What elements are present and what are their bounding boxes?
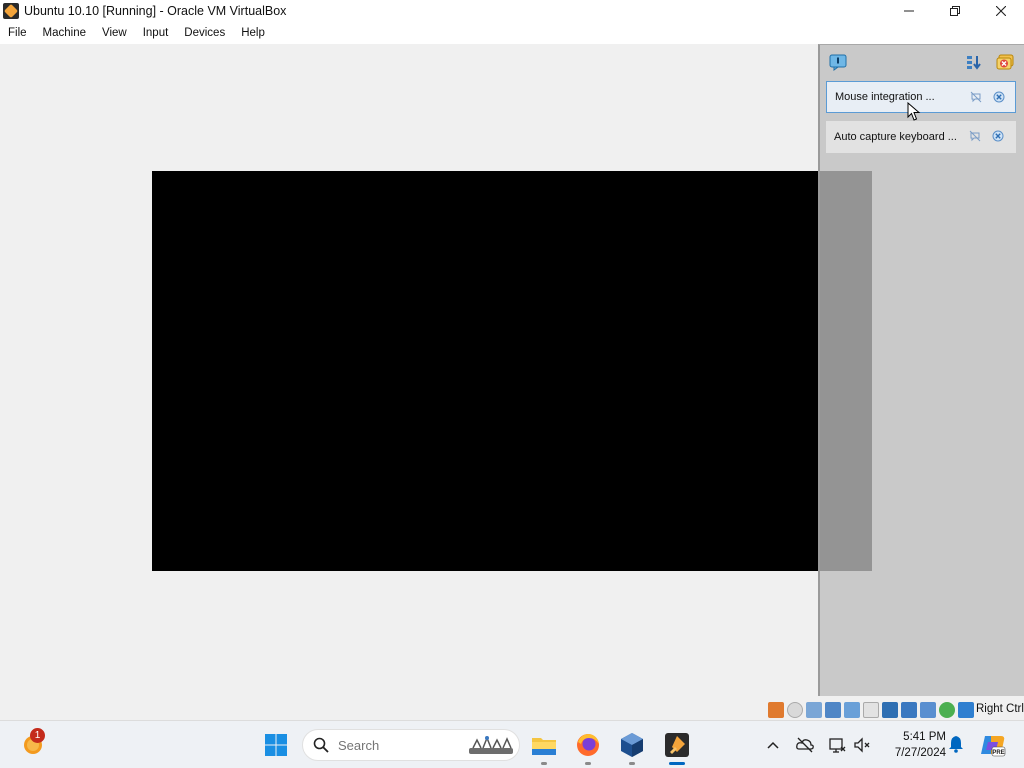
onedrive-offline-icon[interactable] [795,735,815,755]
virtualbox-app-icon[interactable] [3,3,19,19]
minimize-icon [904,10,914,12]
recording-icon[interactable] [901,701,917,718]
display-icon[interactable] [882,701,898,718]
taskbar-vm-window[interactable] [663,731,691,759]
vm-window-icon [665,733,689,757]
file-explorer-icon [532,738,556,755]
search-input[interactable] [338,737,458,753]
message-info-icon [829,54,847,71]
clock-date: 7/27/2024 [894,747,946,759]
close-notification-icon[interactable] [993,91,1005,103]
file-explorer-running-indicator [541,762,547,765]
windows-taskbar: 1 Search 5:41 PM 7/27/2024 PRE [0,720,1024,768]
system-clock[interactable]: 5:41 PM 7/27/2024 [878,729,946,761]
notification-text: Mouse integration ... [835,91,935,103]
menu-bar: File Machine View Input Devices Help [0,22,1024,44]
firefox-running-indicator [585,762,591,765]
search-icon [313,737,329,753]
optical-drive-icon[interactable] [787,701,803,718]
volume-muted-icon[interactable] [852,735,872,755]
keyboard-capture-icon[interactable] [958,701,974,718]
search-highlight-icon [469,735,513,754]
do-not-show-again-icon[interactable] [969,130,981,142]
menu-file[interactable]: File [0,22,35,44]
notification-mouse-integration[interactable]: Mouse integration ... [826,81,1016,113]
svg-text:PRE: PRE [992,750,1004,756]
notification-center-header [820,45,1024,79]
mouse-integration-icon[interactable] [939,701,955,718]
title-bar[interactable]: Ubuntu 10.10 [Running] - Oracle VM Virtu… [0,0,1024,22]
notification-center: Mouse integration ... Auto capture keybo… [818,44,1024,696]
close-icon [996,6,1006,16]
notification-auto-capture-keyboard[interactable]: Auto capture keyboard ... [826,121,1016,153]
menu-devices[interactable]: Devices [176,22,233,44]
show-hidden-icons-chevron-up-icon[interactable] [763,735,783,755]
window-title: Ubuntu 10.10 [Running] - Oracle VM Virtu… [24,4,287,18]
start-button[interactable] [264,733,288,757]
usb-icon[interactable] [844,701,860,718]
sort-notifications-icon[interactable] [966,54,982,70]
status-indicators [768,701,977,718]
menu-input[interactable]: Input [135,22,177,44]
vm-window-active-indicator [669,762,685,765]
window-controls [886,0,1024,22]
menu-help[interactable]: Help [233,22,273,44]
copilot-icon[interactable]: PRE [980,732,1006,758]
notifications-bell-icon[interactable] [948,735,964,753]
vm-workspace: Mouse integration ... Auto capture keybo… [0,44,1024,699]
vm-display[interactable] [152,171,872,571]
restore-icon [950,6,960,16]
close-all-notifications-icon[interactable] [996,54,1014,70]
shared-folders-icon[interactable] [863,701,879,718]
clock-time: 5:41 PM [903,731,946,743]
weather-badge: 1 [30,728,45,743]
virtualization-icon[interactable] [920,701,936,718]
taskbar-virtualbox[interactable] [618,731,646,759]
menu-view[interactable]: View [94,22,135,44]
virtualbox-running-indicator [629,762,635,765]
close-button[interactable] [978,0,1024,22]
firefox-icon [577,734,599,756]
notification-text: Auto capture keyboard ... [834,131,957,143]
menu-machine[interactable]: Machine [35,22,94,44]
taskbar-firefox[interactable] [574,731,602,759]
network-status-icon[interactable] [827,735,847,755]
audio-icon[interactable] [806,701,822,718]
host-key-label: Right Ctrl [976,703,1024,715]
hard-disk-icon[interactable] [768,701,784,718]
taskbar-search[interactable] [302,729,520,761]
vm-status-bar: Right Ctrl [0,699,1024,720]
taskbar-file-explorer[interactable] [530,731,558,759]
network-icon[interactable] [825,701,841,718]
mouse-pointer-icon [907,102,921,121]
maximize-button[interactable] [932,0,978,22]
minimize-button[interactable] [886,0,932,22]
close-notification-icon[interactable] [992,130,1004,142]
virtualbox-cube-icon [621,733,643,757]
do-not-show-again-icon[interactable] [970,91,982,103]
